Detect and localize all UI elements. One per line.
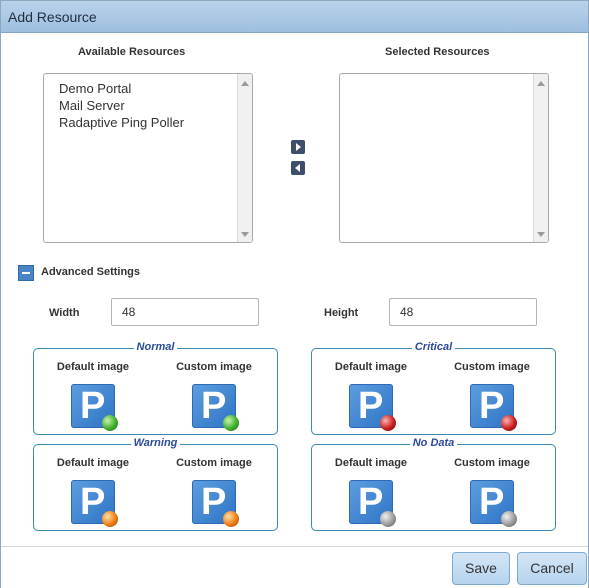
advanced-settings-label[interactable]: Advanced Settings	[41, 266, 140, 278]
scroll-down-icon[interactable]	[241, 232, 249, 237]
status-dot-gray-icon	[501, 511, 517, 527]
critical-default-image[interactable]: P	[349, 384, 396, 431]
status-dot-gray-icon	[380, 511, 396, 527]
status-dot-orange-icon	[102, 511, 118, 527]
critical-group: Critical Default image P Custom image P	[311, 341, 556, 435]
warning-default-image[interactable]: P	[71, 480, 118, 527]
move-left-button[interactable]	[291, 161, 305, 175]
nodata-custom-image[interactable]: P	[470, 480, 517, 527]
collapse-icon[interactable]	[18, 265, 34, 281]
normal-group: Normal Default image P Custom image P	[33, 341, 278, 435]
critical-group-title: Critical	[411, 341, 456, 353]
list-item[interactable]: Mail Server	[59, 97, 252, 114]
custom-image-label: Custom image	[454, 457, 530, 469]
save-button[interactable]: Save	[452, 552, 510, 585]
nodata-group-title: No Data	[409, 437, 458, 449]
scrollbar[interactable]	[533, 74, 548, 242]
height-label: Height	[324, 307, 359, 319]
selected-resources-header: Selected Resources	[385, 46, 490, 58]
width-label: Width	[49, 307, 80, 319]
custom-image-label: Custom image	[176, 361, 252, 373]
dialog-title: Add Resource	[8, 9, 97, 25]
scroll-up-icon[interactable]	[241, 81, 249, 86]
custom-image-label: Custom image	[176, 457, 252, 469]
cancel-button[interactable]: Cancel	[517, 552, 587, 585]
move-right-button[interactable]	[291, 140, 305, 154]
normal-default-image[interactable]: P	[71, 384, 118, 431]
title-bar[interactable]: Add Resource	[1, 1, 588, 33]
available-resources-header: Available Resources	[78, 46, 186, 58]
warning-group: Warning Default image P Custom image P	[33, 437, 278, 531]
nodata-default-image[interactable]: P	[349, 480, 396, 527]
normal-custom-image[interactable]: P	[192, 384, 239, 431]
warning-group-title: Warning	[130, 437, 181, 449]
dialog-footer: Save Cancel	[1, 546, 588, 588]
arrow-left-icon	[295, 164, 300, 172]
warning-custom-image[interactable]: P	[192, 480, 239, 527]
scroll-down-icon[interactable]	[537, 232, 545, 237]
status-dot-red-icon	[501, 415, 517, 431]
default-image-label: Default image	[56, 457, 130, 469]
list-item[interactable]: Radaptive Ping Poller	[59, 114, 252, 131]
status-dot-orange-icon	[223, 511, 239, 527]
scroll-up-icon[interactable]	[537, 81, 545, 86]
scrollbar[interactable]	[237, 74, 252, 242]
selected-resources-list[interactable]	[339, 73, 549, 243]
default-image-label: Default image	[56, 361, 130, 373]
list-item[interactable]: Demo Portal	[59, 80, 252, 97]
nodata-group: No Data Default image P Custom image P	[311, 437, 556, 531]
custom-image-label: Custom image	[454, 361, 530, 373]
height-input[interactable]: 48	[389, 298, 537, 326]
arrow-right-icon	[296, 143, 301, 151]
normal-group-title: Normal	[133, 341, 178, 353]
add-resource-dialog: Add Resource Available Resources Selecte…	[0, 0, 589, 588]
width-input[interactable]: 48	[111, 298, 259, 326]
critical-custom-image[interactable]: P	[470, 384, 517, 431]
available-resources-list[interactable]: Demo Portal Mail Server Radaptive Ping P…	[43, 73, 253, 243]
status-dot-green-icon	[223, 415, 239, 431]
status-dot-red-icon	[380, 415, 396, 431]
default-image-label: Default image	[334, 361, 408, 373]
default-image-label: Default image	[334, 457, 408, 469]
status-dot-green-icon	[102, 415, 118, 431]
